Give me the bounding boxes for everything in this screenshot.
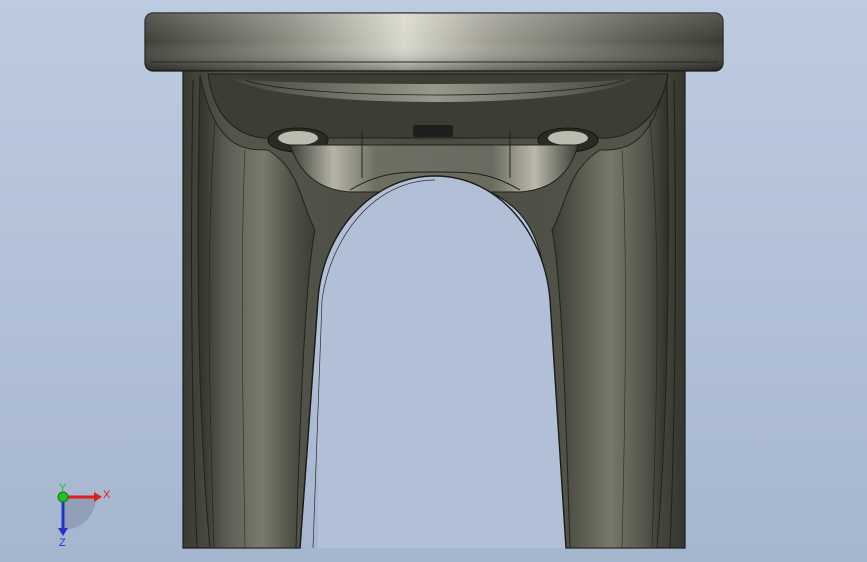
x-arrowhead-icon (94, 492, 102, 502)
z-arrowhead-icon (58, 528, 68, 536)
triad-shadow-icon (63, 497, 96, 530)
center-slot[interactable] (413, 125, 453, 137)
x-axis-label: X (103, 489, 111, 501)
y-axis-label: Y (59, 482, 67, 494)
top-flange[interactable] (144, 12, 724, 72)
cad-viewport[interactable]: X Y Z (0, 0, 867, 562)
coordinate-triad: X Y Z (57, 482, 111, 549)
z-axis-label: Z (59, 537, 66, 549)
